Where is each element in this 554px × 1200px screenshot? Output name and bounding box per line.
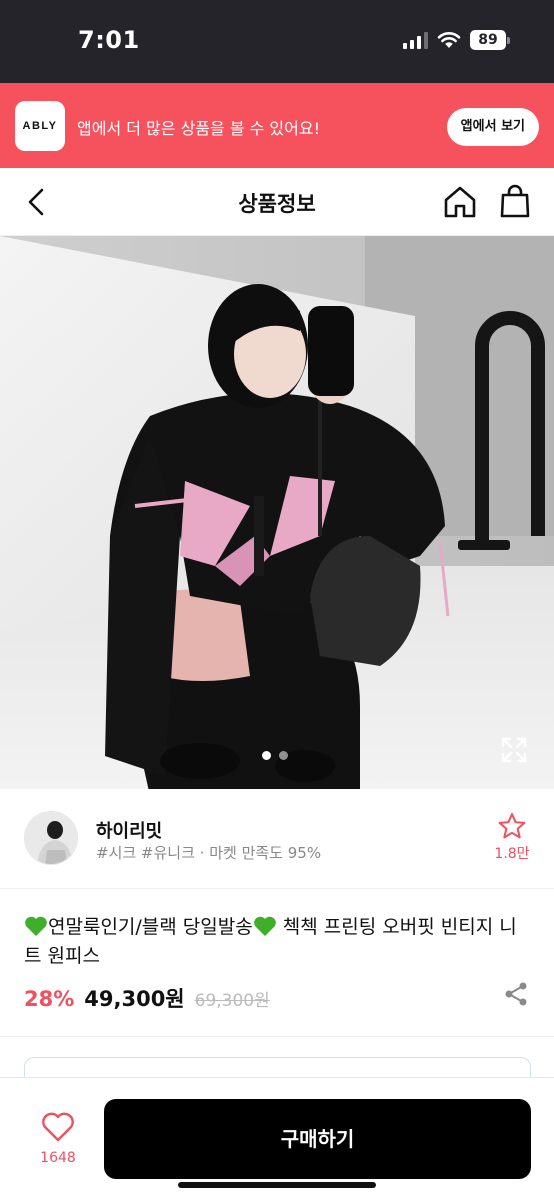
green-heart-icon <box>25 916 47 936</box>
battery-icon: 89 <box>470 30 510 50</box>
ably-logo: ABLY <box>15 101 65 151</box>
discount-rate: 28% <box>24 987 75 1011</box>
wifi-icon <box>437 32 461 48</box>
expand-icon[interactable] <box>500 736 528 764</box>
buy-button[interactable]: 구매하기 <box>104 1099 531 1179</box>
bottom-action-bar: 1648 구매하기 <box>0 1077 554 1200</box>
product-title: 연말룩인기/블랙 당일발송 첵첵 프린팅 오버핏 빈티지 니트 원피스 <box>24 913 534 971</box>
carousel-indicator <box>262 751 288 760</box>
shop-like-count: 1.8만 <box>494 846 530 862</box>
original-price: 69,300원 <box>194 991 270 1011</box>
chevron-left-icon[interactable] <box>20 184 54 220</box>
price-row: 28% 49,300원 69,300원 <box>24 983 270 1013</box>
shop-favorite-button[interactable]: 1.8만 <box>492 811 532 863</box>
carousel-dot-active[interactable] <box>262 751 271 760</box>
home-icon[interactable] <box>442 184 478 220</box>
product-title-part1: 연말룩인기/블랙 당일발송 <box>48 916 253 938</box>
shop-tags: #시크 #유니크 · 마켓 만족도 95% <box>96 844 322 862</box>
shop-info[interactable]: 하이리밋 #시크 #유니크 · 마켓 만족도 95% 1.8만 <box>0 789 554 889</box>
product-info: 연말룩인기/블랙 당일발송 첵첵 프린팅 오버핏 빈티지 니트 원피스 28% … <box>0 889 554 1037</box>
share-icon[interactable] <box>504 981 528 1007</box>
open-app-button[interactable]: 앱에서 보기 <box>446 108 539 146</box>
nav-header: 상품정보 <box>0 168 554 236</box>
banner-message: 앱에서 더 많은 상품을 볼 수 있어요! <box>77 119 321 138</box>
green-heart-icon <box>253 916 276 936</box>
status-time: 7:01 <box>78 26 140 54</box>
product-image-carousel[interactable] <box>0 236 554 789</box>
like-count: 1648 <box>40 1150 76 1166</box>
shop-name[interactable]: 하이리밋 <box>96 817 162 843</box>
like-button[interactable]: 1648 <box>28 1112 88 1166</box>
product-photo <box>0 236 554 789</box>
status-bar: 7:01 89 <box>0 0 554 83</box>
status-icons: 89 <box>403 30 510 50</box>
home-indicator <box>178 1182 376 1188</box>
carousel-dot[interactable] <box>279 751 288 760</box>
cellular-signal-icon <box>403 31 428 49</box>
shop-avatar[interactable] <box>24 811 78 865</box>
app-download-banner: ABLY 앱에서 더 많은 상품을 볼 수 있어요! 앱에서 보기 <box>0 83 554 168</box>
heart-icon[interactable] <box>41 1112 75 1142</box>
battery-level: 89 <box>470 30 506 50</box>
sale-price: 49,300원 <box>84 987 185 1011</box>
shopping-bag-icon[interactable] <box>498 183 532 219</box>
star-icon[interactable] <box>497 811 527 841</box>
